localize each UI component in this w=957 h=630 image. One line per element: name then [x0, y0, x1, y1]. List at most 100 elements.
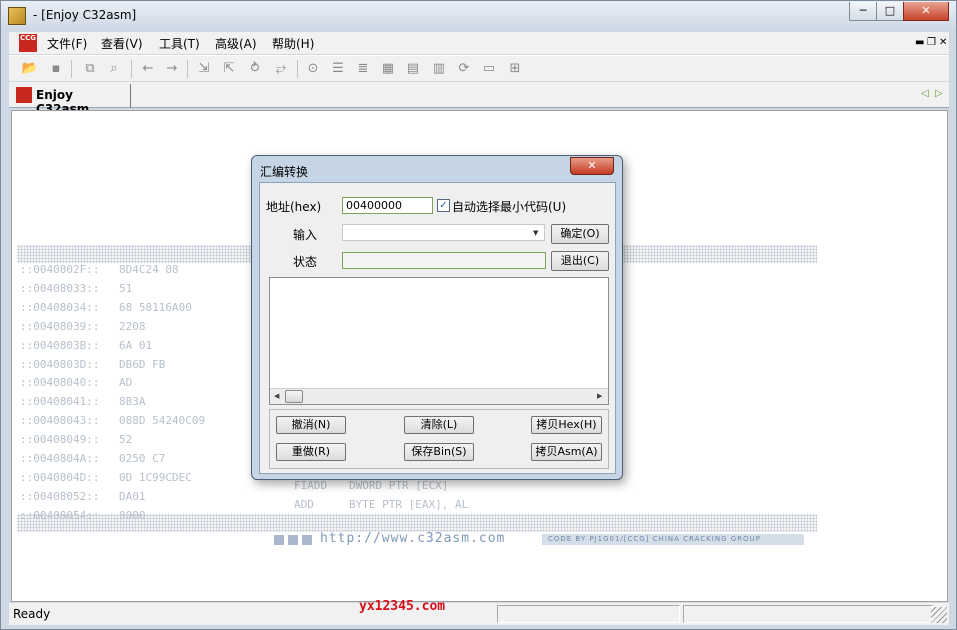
menu-help[interactable]: 帮助(H)	[272, 35, 314, 52]
output-listbox[interactable]: ◀ ▶	[269, 277, 609, 405]
input-combo[interactable]	[342, 224, 545, 241]
mdi-minimize-button[interactable]: ▬	[915, 37, 924, 48]
grid-icon[interactable]: ▥	[430, 60, 448, 78]
disasm-address: ::00408041::	[20, 395, 100, 409]
dialog-body: 地址(hex) 00400000 ✓ 自动选择最小代码(U) 输入 ▼ 确定(O…	[259, 182, 616, 474]
auto-min-checkbox[interactable]: ✓	[437, 199, 450, 212]
toolbar-separator	[131, 60, 132, 78]
dialog-title: 汇编转换	[260, 165, 309, 179]
scroll-thumb[interactable]	[285, 390, 303, 403]
mdi-close-button[interactable]: ✕	[939, 37, 947, 48]
disasm-address: ::0040803B::	[20, 338, 100, 352]
step-into-icon[interactable]: ⇲	[195, 60, 213, 78]
disasm-hex: 0D 1C99CDEC	[119, 470, 192, 484]
disasm-address: ::00408040::	[20, 376, 100, 390]
disasm-hex: 0250 C7	[119, 452, 166, 465]
app-icon[interactable]	[8, 7, 26, 25]
split-icon[interactable]: ⊞	[506, 60, 524, 78]
toolbar-separator	[187, 60, 188, 78]
watermark-text: yx12345.com	[359, 599, 446, 614]
combo-dropdown-icon[interactable]: ▼	[533, 229, 538, 237]
undo-button[interactable]: 撤消(N)	[276, 416, 346, 434]
disasm-address: ::00408039::	[20, 319, 100, 333]
hex-icon[interactable]: ▦	[379, 60, 397, 78]
copy-asm-button[interactable]: 拷贝Asm(A)	[531, 443, 602, 461]
close-button[interactable]: ✕	[903, 2, 949, 21]
ccg-logo-icon[interactable]: CCG	[19, 34, 37, 52]
forward-icon[interactable]: →	[163, 60, 181, 78]
back-icon[interactable]: ←	[139, 60, 157, 78]
tab-bar: Enjoy C32asm ◁ ▷	[9, 82, 949, 116]
ccg-tab-icon	[16, 87, 32, 103]
tab-scroll-left-icon[interactable]: ◁	[921, 88, 929, 99]
address-label: 地址(hex)	[266, 200, 322, 214]
banner-square	[274, 535, 284, 545]
redo-button[interactable]: 重做(R)	[276, 443, 346, 461]
disasm-address: ::0040803D::	[20, 357, 100, 371]
copy-hex-button[interactable]: 拷贝Hex(H)	[531, 416, 602, 434]
menu-view[interactable]: 查看(V)	[101, 35, 143, 52]
copy-icon[interactable]: ⧉	[81, 60, 99, 78]
disasm-hex: 68 58116A00	[119, 300, 192, 314]
title-bar[interactable]: - [Enjoy C32asm] ─ □ ✕	[1, 1, 956, 31]
banner-credit: CODE BY PJ1G01/[CCG] CHINA CRACKING GROU…	[542, 534, 804, 545]
save-bin-button[interactable]: 保存Bin(S)	[404, 443, 474, 461]
frame-icon[interactable]: ▭	[480, 60, 498, 78]
list-icon[interactable]: ☰	[329, 60, 347, 78]
address-input[interactable]: 00400000	[342, 197, 433, 214]
auto-min-label: 自动选择最小代码(U)	[452, 200, 567, 214]
minimize-button[interactable]: ─	[849, 2, 877, 21]
run-icon[interactable]: ⥁	[246, 60, 264, 78]
disasm-operand: BYTE PTR [EAX], AL	[349, 498, 469, 511]
toolbar-separator	[297, 60, 298, 78]
patch-icon[interactable]: ▤	[404, 60, 422, 78]
disasm-hex: 2208	[119, 319, 146, 333]
main-window: - [Enjoy C32asm] ─ □ ✕ CCG 文件(F) 查看(V) 工…	[0, 0, 957, 630]
status-panel	[497, 605, 680, 623]
disasm-hex: DA01	[119, 489, 146, 503]
menu-tools[interactable]: 工具(T)	[159, 35, 200, 52]
ok-button[interactable]: 确定(O)	[551, 224, 609, 244]
tab-scroll-right-icon[interactable]: ▷	[935, 88, 943, 99]
goto-icon[interactable]: ⊙	[304, 60, 322, 78]
status-bar: Ready	[9, 603, 949, 625]
toolbar: 📂 ▪ ⧉ ⌕ ← → ⇲ ⇱ ⥁ ⥂ ⊙ ☰ ≣ ▦ ▤ ▥ ⟳ ▭ ⊞	[9, 55, 949, 81]
find-icon[interactable]: ⌕	[105, 60, 123, 78]
exit-button[interactable]: 退出(C)	[551, 251, 609, 271]
status-text: Ready	[13, 607, 51, 621]
align-icon[interactable]: ≣	[354, 60, 372, 78]
refresh-icon[interactable]: ⟳	[455, 60, 473, 78]
menu-advanced[interactable]: 高级(A)	[215, 35, 257, 52]
save-icon[interactable]: ▪	[47, 60, 65, 78]
mdi-restore-button[interactable]: ❐	[927, 37, 936, 48]
window-title: - [Enjoy C32asm]	[33, 8, 137, 22]
input-label: 输入	[293, 228, 318, 242]
disasm-hex: 8D4C24 08	[119, 263, 179, 276]
maximize-button[interactable]: □	[876, 2, 904, 21]
disasm-hex: 6A 01	[119, 338, 153, 352]
resize-grip[interactable]	[931, 607, 947, 623]
status-field	[342, 252, 546, 269]
disasm-hex: DB6D FB	[119, 357, 166, 371]
disasm-address: ::00408052::	[20, 489, 100, 503]
disasm-hex: 51	[119, 281, 133, 295]
disasm-hex: AD	[119, 376, 133, 390]
menu-file[interactable]: 文件(F)	[47, 35, 87, 52]
clear-button[interactable]: 清除(L)	[404, 416, 474, 434]
disasm-address: ::00408034::	[20, 300, 100, 314]
disasm-address: ::0040804D::	[20, 470, 100, 484]
run-to-icon[interactable]: ⥂	[272, 60, 290, 78]
disasm-address: ::0040804A::	[20, 452, 100, 465]
tab-enjoy-c32asm[interactable]: Enjoy C32asm	[13, 84, 131, 116]
disasm-mnemonic: FIADD	[294, 479, 328, 492]
disasm-mnemonic: ADD	[294, 498, 314, 511]
open-icon[interactable]: 📂	[21, 60, 39, 78]
horizontal-scrollbar[interactable]: ◀ ▶	[270, 388, 608, 404]
banner-url: http://www.c32asm.com	[320, 531, 506, 546]
dialog-close-button[interactable]: ✕	[570, 157, 614, 175]
scroll-right-icon[interactable]: ▶	[597, 392, 602, 400]
disasm-address: ::00408033::	[20, 281, 100, 295]
dotted-border-bottom	[17, 514, 817, 532]
step-over-icon[interactable]: ⇱	[220, 60, 238, 78]
scroll-left-icon[interactable]: ◀	[274, 392, 279, 400]
